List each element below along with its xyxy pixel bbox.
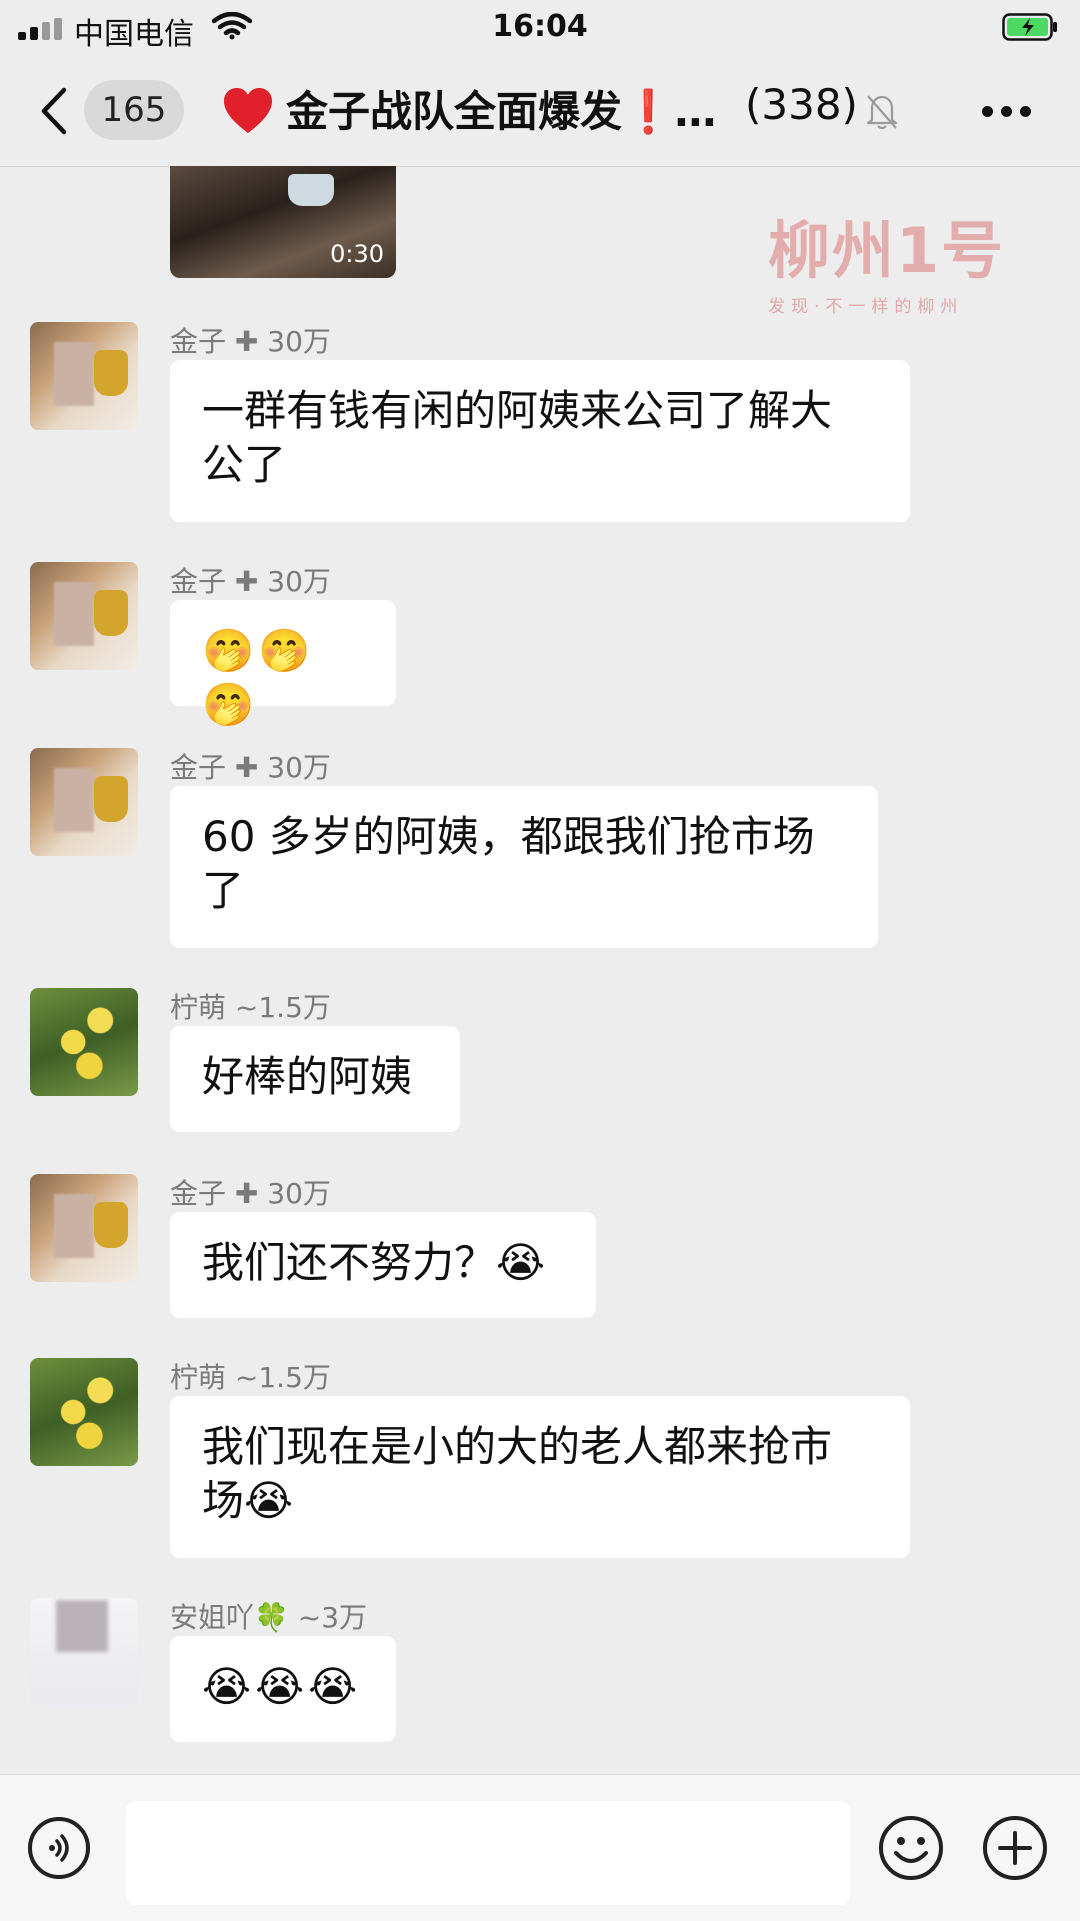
message-line: 我们现在是小的大的老人都来抢市 (202, 1422, 833, 1471)
message-bubble[interactable]: 我们现在是小的大的老人都来抢市 场😭 (170, 1396, 910, 1558)
plus-icon[interactable] (982, 1815, 1048, 1881)
voice-icon[interactable] (28, 1817, 90, 1879)
sender-name: 金子 ✚ 30万 (170, 565, 331, 598)
avatar[interactable] (30, 322, 138, 430)
unread-count-badge[interactable]: 165 (84, 80, 184, 140)
message-bubble[interactable]: 60 多岁的阿姨，都跟我们抢市场 了 (170, 786, 878, 948)
message-line: 好棒的阿姨 (202, 1052, 413, 1101)
back-arrow-icon[interactable] (36, 86, 72, 136)
battery-charging-icon (1002, 13, 1057, 41)
sender-name: 安姐吖🍀 ~3万 (170, 1601, 368, 1634)
member-count: (338) (745, 80, 858, 129)
sender-name: 柠萌 ~1.5万 (170, 991, 331, 1024)
message-line: 场😭 (202, 1476, 294, 1525)
message-line: 😭😭😭 (202, 1662, 362, 1711)
message-bubble[interactable]: 我们还不努力？😭 (170, 1212, 596, 1318)
sender-name: 柠萌 ~1.5万 (170, 1361, 331, 1394)
chat-title-text: 金子战队全面爆发 (286, 87, 623, 136)
more-icon[interactable] (982, 106, 1032, 118)
sender-name: 金子 ✚ 30万 (170, 325, 331, 358)
message-bubble[interactable]: 😭😭😭 (170, 1636, 396, 1742)
avatar[interactable] (30, 1358, 138, 1466)
watermark-logo-text: 柳州1号 (768, 214, 1006, 287)
chat-title[interactable]: 金子战队全面爆发❗… (286, 78, 716, 139)
message-line: 🤭🤭🤭 (202, 626, 315, 729)
watermark-logo: 柳州1号 发现·不一样的柳州 (768, 200, 1008, 317)
avatar[interactable] (30, 1174, 138, 1282)
message-input[interactable] (126, 1801, 850, 1905)
mute-bell-icon (866, 95, 898, 130)
title-ellipsis: … (674, 87, 717, 136)
avatar[interactable] (30, 748, 138, 856)
video-duration: 0:30 (330, 240, 384, 268)
avatar[interactable] (30, 988, 138, 1096)
message-line: 60 多岁的阿姨，都跟我们抢市场 (202, 812, 815, 861)
sender-name: 金子 ✚ 30万 (170, 1177, 331, 1210)
avatar[interactable] (30, 1598, 138, 1706)
input-bar (0, 1774, 1080, 1921)
emoji-icon[interactable] (878, 1815, 944, 1881)
heart-icon (224, 88, 272, 133)
status-bar: 中国电信 16:04 (0, 0, 1080, 56)
message-line: 了 (202, 866, 245, 915)
video-message-thumbnail[interactable]: 0:30 (170, 166, 396, 278)
message-bubble[interactable]: 好棒的阿姨 (170, 1026, 460, 1132)
message-line: 我们还不努力？😭 (202, 1238, 546, 1287)
status-time: 16:04 (492, 9, 588, 44)
message-bubble[interactable]: 🤭🤭🤭 (170, 600, 396, 729)
exclamation-icon: ❗ (622, 87, 675, 136)
message-line: 一群有钱有闲的阿姨来公司了解大 (202, 386, 833, 435)
watermark-slogan: 发现·不一样的柳州 (768, 297, 964, 317)
avatar[interactable] (30, 562, 138, 670)
message-line: 公了 (202, 440, 287, 489)
message-bubble[interactable]: 一群有钱有闲的阿姨来公司了解大 公了 (170, 360, 910, 522)
chat-header: 165 金子战队全面爆发❗… (338) (0, 56, 1080, 167)
sender-name: 金子 ✚ 30万 (170, 751, 331, 784)
